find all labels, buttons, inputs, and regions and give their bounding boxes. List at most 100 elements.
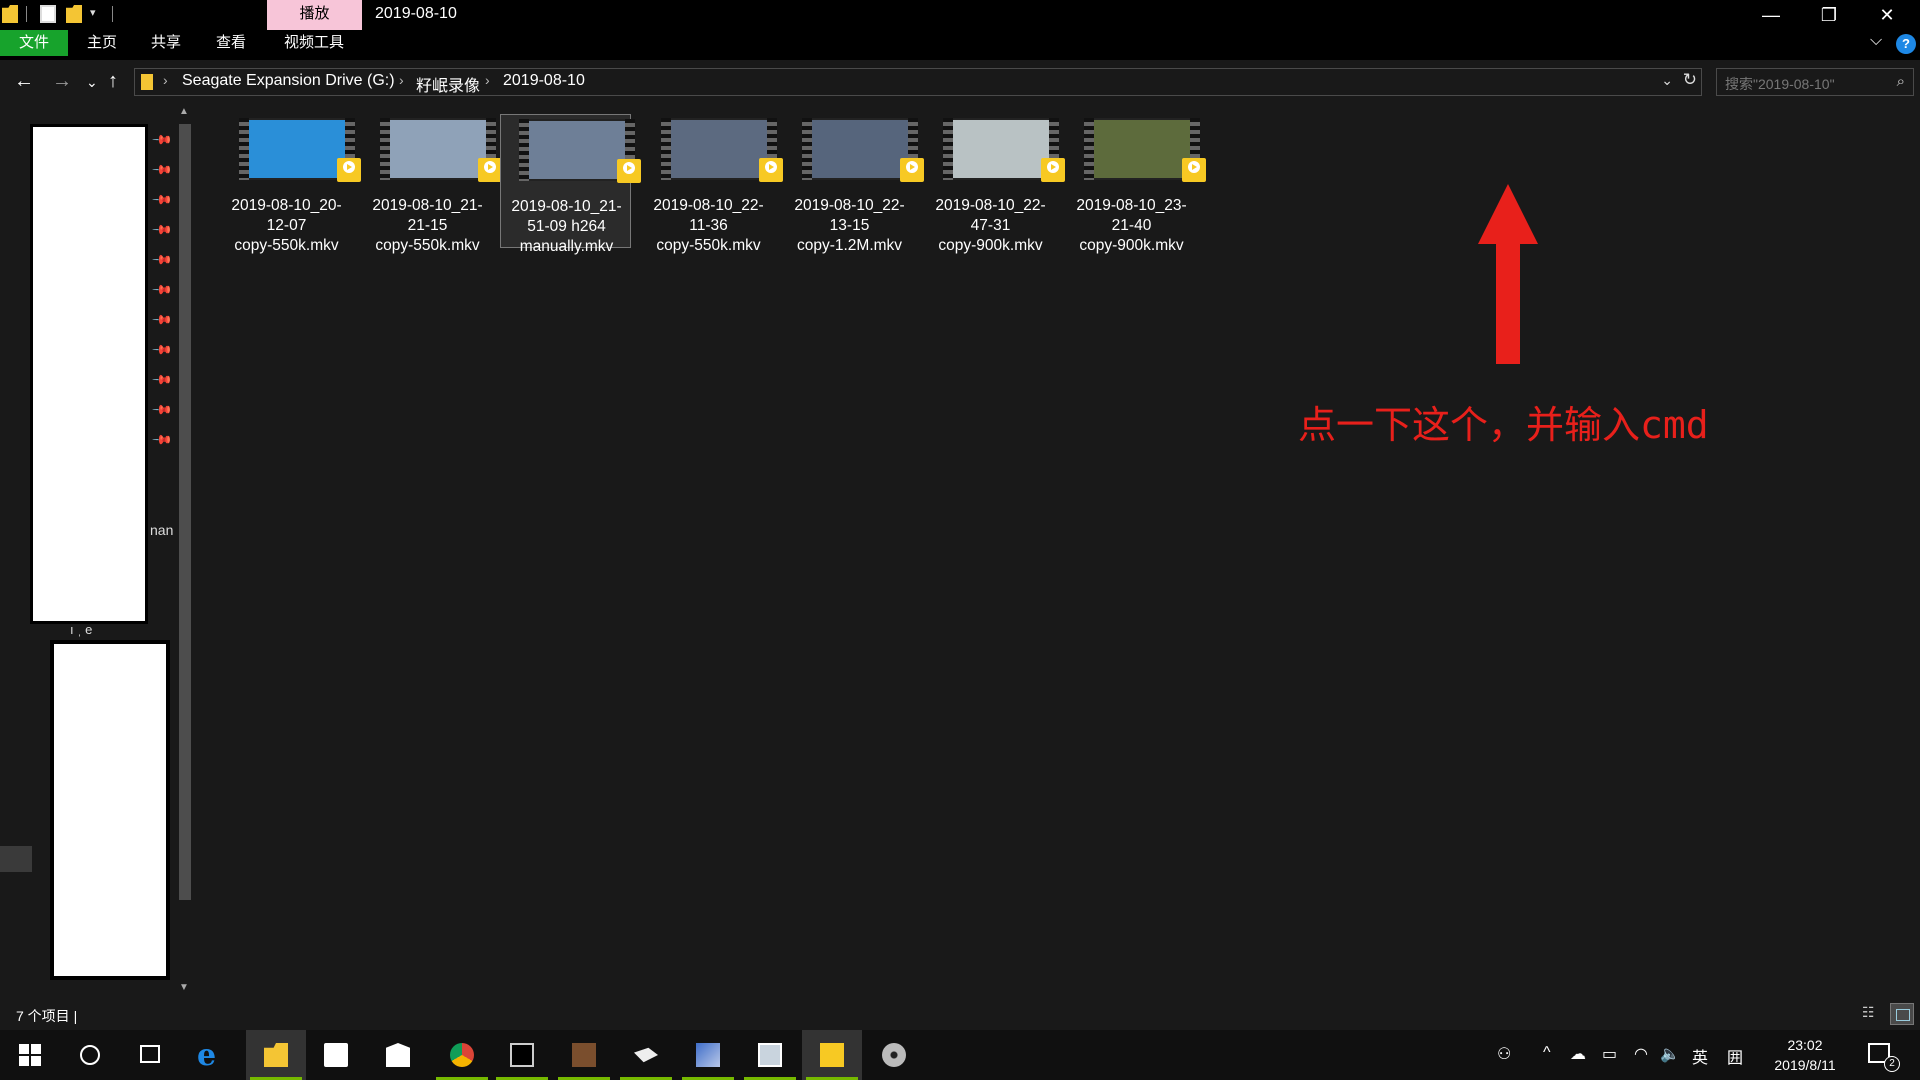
- nav-item-label[interactable]: nan: [150, 522, 173, 538]
- details-view-icon[interactable]: ☷: [1862, 1004, 1882, 1024]
- file-item[interactable]: 2019-08-10_23- 21-40 copy-900k.mkv: [1066, 114, 1206, 254]
- battery-icon[interactable]: ▭: [1602, 1044, 1617, 1064]
- scroll-up-icon[interactable]: ▲: [179, 106, 189, 117]
- pin-icon[interactable]: 📌: [151, 129, 173, 152]
- minimize-button[interactable]: —: [1742, 0, 1800, 30]
- pin-icon[interactable]: 📌: [151, 429, 173, 452]
- input-language[interactable]: 英: [1692, 1044, 1708, 1068]
- recent-locations-button[interactable]: ⌄: [86, 74, 98, 91]
- pin-icon[interactable]: 📌: [151, 369, 173, 392]
- pin-icon[interactable]: 📌: [151, 279, 173, 302]
- scrollbar-thumb[interactable]: [179, 124, 191, 900]
- customize-quick-access-icon[interactable]: ▾: [90, 6, 96, 19]
- taskbar-network-app[interactable]: [678, 1030, 738, 1080]
- file-name-line: 2019-08-10_21-: [511, 198, 622, 215]
- address-history-icon[interactable]: ⌄: [1661, 72, 1673, 89]
- address-bar[interactable]: › Seagate Expansion Drive (G:) › 籽岷录像 › …: [134, 68, 1702, 96]
- taskbar-app-window[interactable]: [740, 1030, 800, 1080]
- breadcrumb-separator[interactable]: ›: [485, 72, 490, 88]
- up-button[interactable]: ↑: [108, 70, 118, 93]
- back-button[interactable]: ←: [14, 70, 34, 93]
- file-item[interactable]: 2019-08-10_22- 13-15 copy-1.2M.mkv: [784, 114, 924, 254]
- folder-icon[interactable]: [2, 5, 18, 23]
- taskbar-store[interactable]: [306, 1030, 366, 1080]
- scroll-down-icon[interactable]: ▼: [179, 982, 189, 993]
- file-name: 2019-08-10_21- 51-09 h264 manually.mkv: [501, 197, 632, 257]
- separator: [112, 6, 113, 22]
- breadcrumb-drive[interactable]: Seagate Expansion Drive (G:): [182, 72, 395, 90]
- network-app-icon: [696, 1043, 720, 1067]
- onedrive-icon[interactable]: ☁: [1570, 1044, 1586, 1064]
- pin-icon[interactable]: 📌: [151, 399, 173, 422]
- file-item[interactable]: 2019-08-10_22- 11-36 copy-550k.mkv: [643, 114, 783, 254]
- pin-icon[interactable]: 📌: [151, 219, 173, 242]
- separator: [26, 6, 27, 22]
- taskbar-player[interactable]: [802, 1030, 862, 1080]
- nav-item-label[interactable]: ı ˌ e: [70, 622, 92, 637]
- annotation-text: 点一下这个，并输入cmd: [1298, 403, 1709, 447]
- windows-logo-icon: [19, 1056, 29, 1066]
- taskbar-edge[interactable]: e: [183, 1030, 243, 1080]
- close-button[interactable]: ✕: [1858, 0, 1916, 30]
- help-icon[interactable]: ?: [1896, 34, 1916, 54]
- pin-icon[interactable]: 📌: [151, 249, 173, 272]
- file-item-selected[interactable]: 2019-08-10_21- 51-09 h264 manually.mkv: [500, 114, 641, 255]
- tab-home[interactable]: 主页: [74, 30, 130, 56]
- search-button[interactable]: [60, 1030, 120, 1080]
- breadcrumb-separator[interactable]: ›: [399, 72, 404, 88]
- thumbnail-image: [671, 120, 767, 178]
- tab-share[interactable]: 共享: [138, 30, 194, 56]
- redacted-region: [50, 640, 170, 980]
- windows-logo-icon: [31, 1056, 41, 1066]
- taskbar-cmd[interactable]: [492, 1030, 552, 1080]
- forward-button[interactable]: →: [52, 70, 72, 93]
- wifi-icon[interactable]: ◠: [1634, 1044, 1648, 1064]
- search-icon[interactable]: ⌕: [1897, 73, 1905, 90]
- search-input[interactable]: 搜索"2019-08-10" ⌕: [1716, 68, 1914, 96]
- properties-icon[interactable]: [40, 5, 56, 23]
- breadcrumb-folder[interactable]: 籽岷录像: [416, 72, 480, 96]
- file-item[interactable]: 2019-08-10_20- 12-07 copy-550k.mkv: [221, 114, 361, 254]
- tab-file[interactable]: 文件: [0, 30, 68, 56]
- taskbar-chrome[interactable]: [432, 1030, 492, 1080]
- taskbar-file-explorer[interactable]: [246, 1030, 306, 1080]
- taskbar-minecraft[interactable]: [554, 1030, 614, 1080]
- taskbar-app-book[interactable]: [616, 1030, 676, 1080]
- taskbar-mail[interactable]: [368, 1030, 428, 1080]
- tab-view[interactable]: 查看: [203, 30, 259, 56]
- breadcrumb-current[interactable]: 2019-08-10: [503, 72, 585, 90]
- ime-mode[interactable]: 囲: [1727, 1044, 1743, 1068]
- large-icons-view-icon[interactable]: [1890, 1003, 1914, 1025]
- expand-ribbon-icon[interactable]: ⌵: [1870, 32, 1882, 50]
- new-folder-icon[interactable]: [66, 5, 82, 23]
- file-item[interactable]: 2019-08-10_21- 21-15 copy-550k.mkv: [362, 114, 502, 254]
- clock-time[interactable]: 23:02: [1770, 1037, 1840, 1053]
- tab-play[interactable]: 播放: [267, 0, 362, 30]
- nav-scrollbar[interactable]: ▲ ▼: [175, 104, 195, 1000]
- nav-selected-item[interactable]: [0, 846, 32, 872]
- pin-icon[interactable]: 📌: [151, 159, 173, 182]
- pin-icon[interactable]: 📌: [151, 189, 173, 212]
- clock-date[interactable]: 2019/8/11: [1762, 1057, 1848, 1073]
- filmstrip: [661, 118, 671, 180]
- start-button[interactable]: [0, 1030, 60, 1080]
- filmstrip: [1084, 118, 1094, 180]
- refresh-icon[interactable]: ↻: [1683, 70, 1697, 90]
- chrome-icon: [450, 1043, 474, 1067]
- people-icon[interactable]: ⚇: [1497, 1044, 1511, 1064]
- file-name-line: 2019-08-10_22-: [935, 197, 1046, 214]
- tab-video-tools[interactable]: 视频工具: [272, 30, 356, 56]
- show-hidden-icons[interactable]: ^: [1543, 1044, 1551, 1062]
- file-item[interactable]: 2019-08-10_22- 47-31 copy-900k.mkv: [925, 114, 1065, 254]
- volume-icon[interactable]: 🔈: [1660, 1044, 1680, 1064]
- pin-icon[interactable]: 📌: [151, 309, 173, 332]
- minecraft-icon: [572, 1043, 596, 1067]
- video-thumbnail: [380, 118, 502, 182]
- player-badge-icon: [759, 158, 783, 182]
- pin-icon[interactable]: 📌: [151, 339, 173, 362]
- taskbar-disc[interactable]: [864, 1030, 924, 1080]
- breadcrumb-separator[interactable]: ›: [163, 72, 168, 88]
- status-bar: 7 个项目 | ☷: [0, 1000, 1920, 1030]
- restore-button[interactable]: ❐: [1800, 0, 1858, 30]
- task-view-button[interactable]: [120, 1030, 180, 1080]
